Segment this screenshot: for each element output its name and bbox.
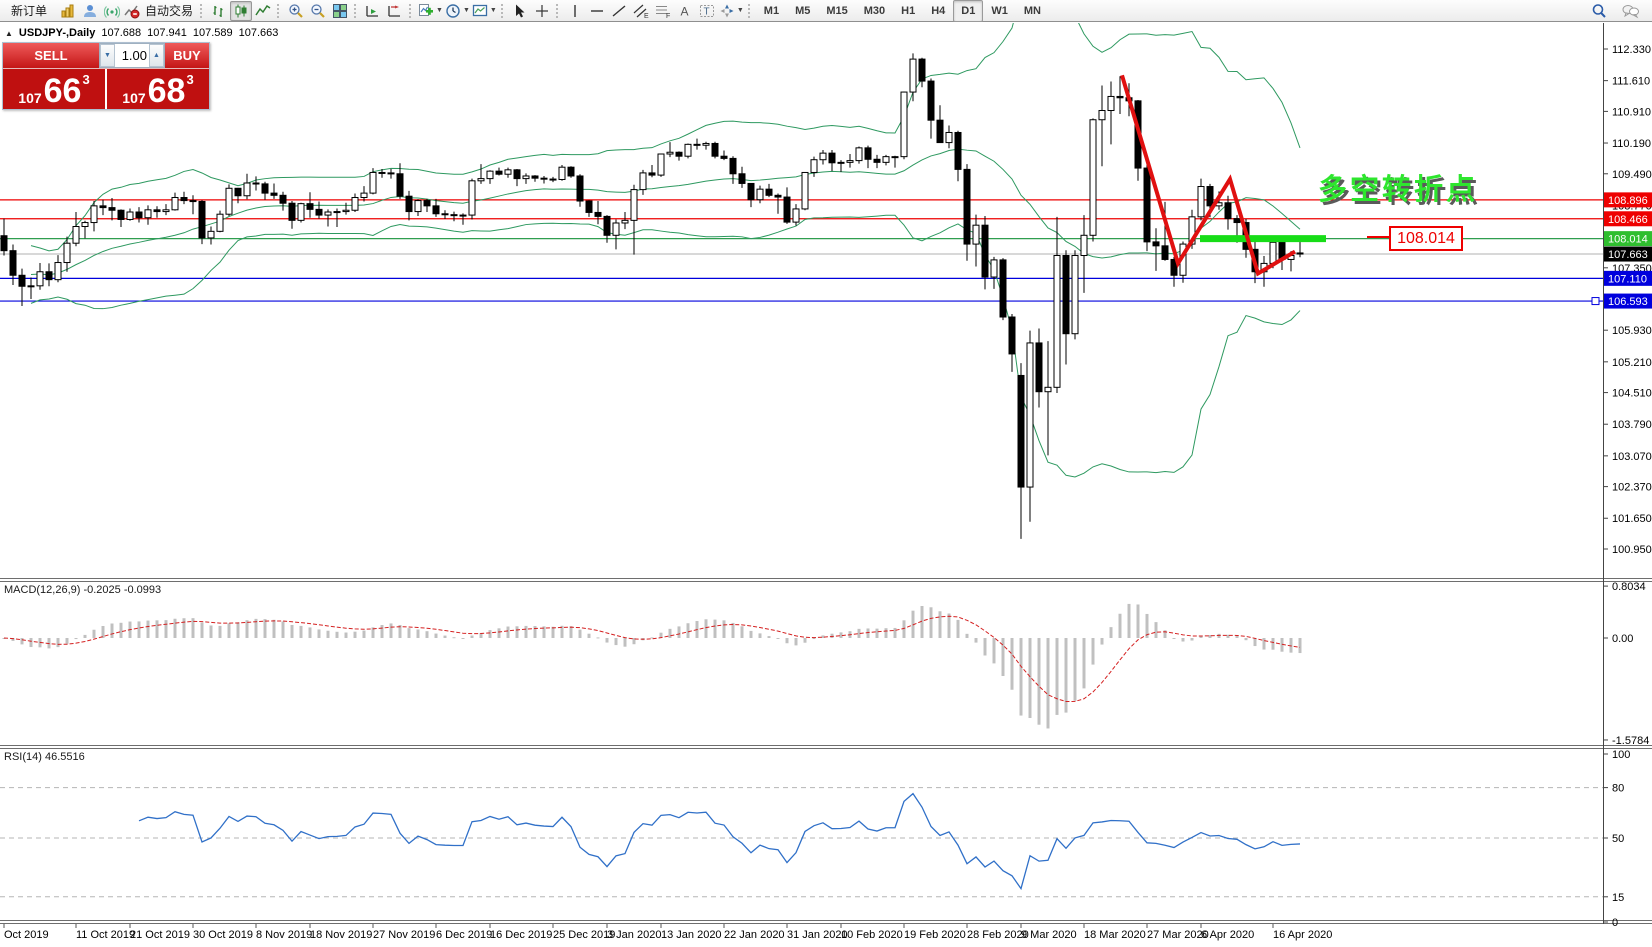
svg-text:18 Nov 2019: 18 Nov 2019 <box>310 929 372 941</box>
svg-text:6 Apr 2020: 6 Apr 2020 <box>1201 929 1254 941</box>
sell-price-prefix: 107 <box>18 90 41 106</box>
svg-text:8 Nov 2019: 8 Nov 2019 <box>256 929 312 941</box>
svg-text:108.014: 108.014 <box>1608 234 1648 246</box>
time-axis: Oct 2019 11 Oct 201921 Oct 201930 Oct 201… <box>4 924 1332 941</box>
svg-text:110.190: 110.190 <box>1612 138 1651 150</box>
buy-price[interactable]: 107 68 3 <box>107 69 209 109</box>
svg-text:0.8034: 0.8034 <box>1612 581 1646 593</box>
svg-text:6 Dec 2019: 6 Dec 2019 <box>436 929 492 941</box>
svg-text:16 Dec 2019: 16 Dec 2019 <box>490 929 552 941</box>
svg-text:112.330: 112.330 <box>1612 44 1651 56</box>
buy-price-prefix: 107 <box>122 90 145 106</box>
macd-indicator-label: MACD(12,26,9) -0.2025 -0.0993 <box>4 584 161 596</box>
buy-button[interactable]: BUY <box>165 43 209 68</box>
rsi-line <box>139 794 1300 889</box>
svg-text:18 Mar 2020: 18 Mar 2020 <box>1084 929 1146 941</box>
low-value: 107.589 <box>193 27 233 39</box>
svg-text:9 Mar 2020: 9 Mar 2020 <box>1021 929 1077 941</box>
open-value: 107.688 <box>101 27 141 39</box>
buy-price-pips: 68 <box>148 77 186 106</box>
sell-price-point: 3 <box>82 69 89 86</box>
callout-connector-line <box>1367 236 1389 238</box>
svg-text:19 Feb 2020: 19 Feb 2020 <box>904 929 966 941</box>
svg-text:106.593: 106.593 <box>1608 296 1648 308</box>
svg-text:103.070: 103.070 <box>1612 451 1652 463</box>
svg-text:108.466: 108.466 <box>1608 214 1648 226</box>
rsi-levels <box>0 788 1603 897</box>
svg-text:3 Jan 2020: 3 Jan 2020 <box>607 929 661 941</box>
sell-button[interactable]: SELL <box>3 43 99 68</box>
volume-up-button[interactable]: ▲ <box>149 44 164 67</box>
svg-text:100.950: 100.950 <box>1612 544 1652 556</box>
svg-text:107.110: 107.110 <box>1608 273 1647 285</box>
svg-text:50: 50 <box>1612 833 1624 845</box>
svg-text:100: 100 <box>1612 749 1630 761</box>
svg-text:22 Jan 2020: 22 Jan 2020 <box>724 929 785 941</box>
sell-price[interactable]: 107 66 3 <box>3 69 107 109</box>
svg-text:104.510: 104.510 <box>1612 388 1652 400</box>
macd-histogram <box>3 604 1302 729</box>
svg-text:15: 15 <box>1612 892 1624 904</box>
svg-text:13 Jan 2020: 13 Jan 2020 <box>661 929 722 941</box>
svg-text:107.663: 107.663 <box>1608 249 1648 261</box>
collapse-arrow-icon[interactable]: ▲ <box>5 29 13 38</box>
svg-text:80: 80 <box>1612 783 1624 795</box>
svg-text:109.490: 109.490 <box>1612 169 1652 181</box>
high-value: 107.941 <box>147 27 187 39</box>
svg-text:31 Jan 2020: 31 Jan 2020 <box>787 929 848 941</box>
rsi-indicator-label: RSI(14) 46.5516 <box>4 751 85 763</box>
svg-text:111.610: 111.610 <box>1612 76 1650 88</box>
volume-stepper: ▼ ▲ <box>99 43 165 68</box>
one-click-trading-widget: SELL ▼ ▲ BUY 107 66 3 107 68 3 <box>2 42 210 110</box>
svg-text:105.930: 105.930 <box>1612 325 1652 337</box>
svg-text:11 Oct 2019: 11 Oct 2019 <box>76 929 135 941</box>
close-value: 107.663 <box>239 27 279 39</box>
svg-text:16 Apr 2020: 16 Apr 2020 <box>1273 929 1332 941</box>
svg-text:28 Feb 2020: 28 Feb 2020 <box>967 929 1029 941</box>
line-handle[interactable] <box>1592 298 1599 305</box>
svg-text:0.00: 0.00 <box>1612 633 1633 645</box>
svg-text:30 Oct 2019: 30 Oct 2019 <box>193 929 253 941</box>
svg-text:110.910: 110.910 <box>1612 106 1651 118</box>
chart-canvas[interactable]: 112.330111.610110.910110.190109.490108.7… <box>0 0 1652 947</box>
svg-text:102.370: 102.370 <box>1612 482 1652 494</box>
mt4-window: 新订单 自动交易 <box>0 0 1652 947</box>
price-axis: 112.330111.610110.910110.190109.490108.7… <box>1603 44 1652 929</box>
svg-text:-1.5784: -1.5784 <box>1612 735 1649 747</box>
symbol-period-label: USDJPY-,Daily <box>19 27 95 39</box>
svg-text:21 Oct 2019: 21 Oct 2019 <box>130 929 190 941</box>
svg-text:10 Feb 2020: 10 Feb 2020 <box>841 929 903 941</box>
volume-input[interactable] <box>115 44 149 67</box>
horizontal-line-objects <box>0 200 1603 305</box>
buy-price-point: 3 <box>186 69 193 86</box>
candlesticks <box>1 53 1303 539</box>
chart-title: ▲ USDJPY-,Daily 107.688 107.941 107.589 … <box>5 27 278 39</box>
svg-text:103.790: 103.790 <box>1612 419 1652 431</box>
price-callout-label[interactable]: 108.014 <box>1389 226 1463 251</box>
turning-point-annotation[interactable]: 多空转折点 <box>1318 166 1478 208</box>
svg-text:0: 0 <box>1612 917 1618 929</box>
svg-text:108.896: 108.896 <box>1608 195 1648 207</box>
svg-text:105.210: 105.210 <box>1612 357 1652 369</box>
macd-signal-line <box>4 616 1300 701</box>
sell-price-pips: 66 <box>44 77 82 106</box>
svg-text:27 Nov 2019: 27 Nov 2019 <box>373 929 435 941</box>
volume-down-button[interactable]: ▼ <box>100 44 115 67</box>
svg-text:27 Mar 2020: 27 Mar 2020 <box>1147 929 1209 941</box>
svg-text:101.650: 101.650 <box>1612 513 1652 525</box>
svg-text:Oct 2019: Oct 2019 <box>4 929 49 941</box>
